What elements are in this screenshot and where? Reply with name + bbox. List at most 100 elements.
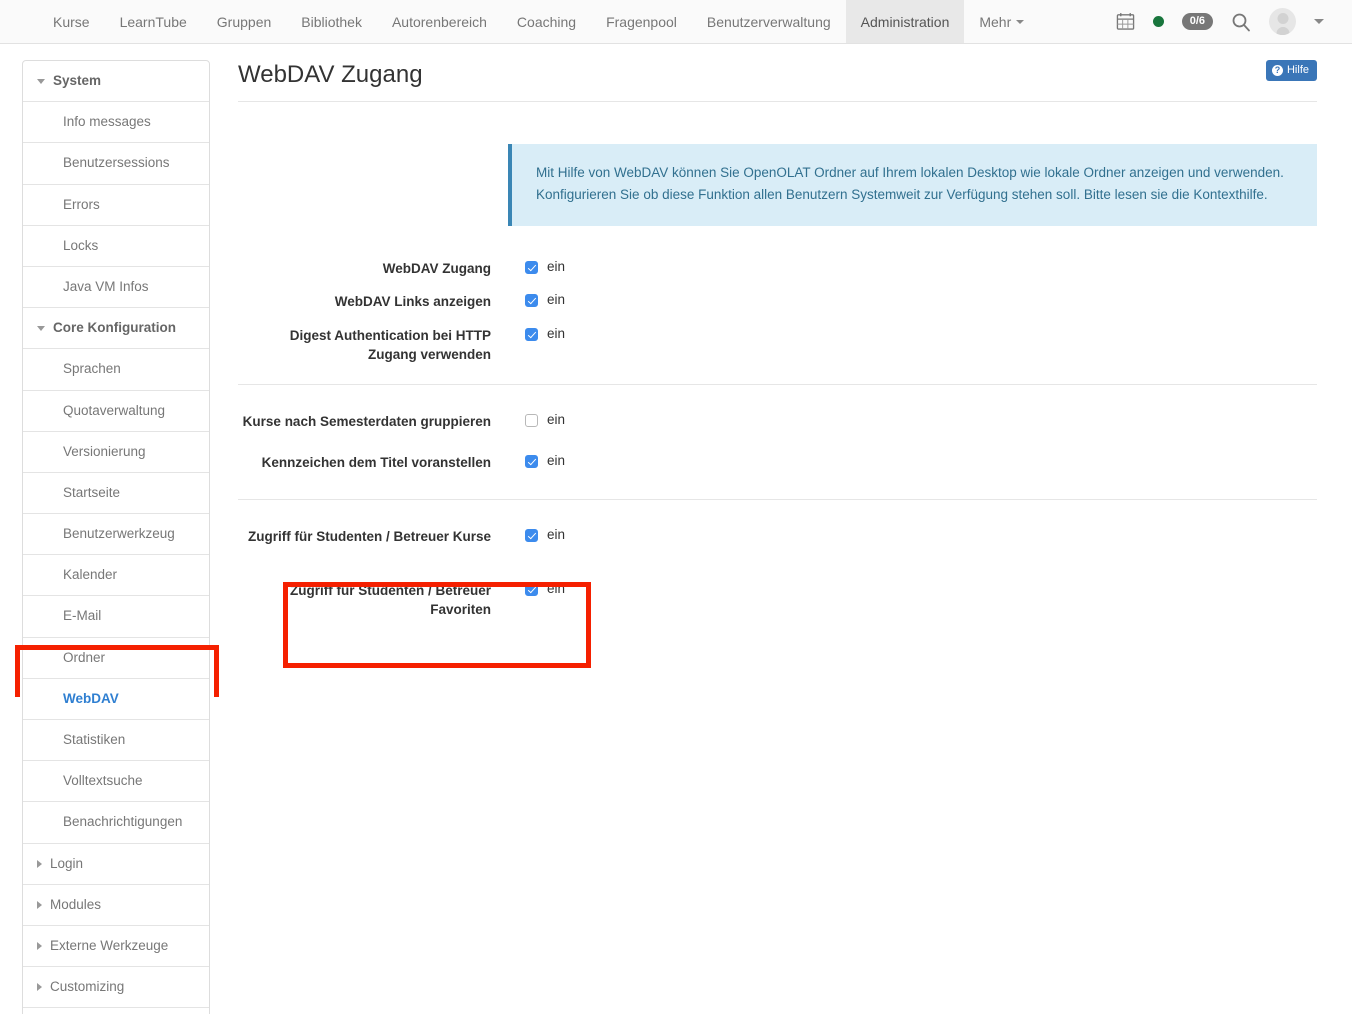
form-row-webdav-links-anzeigen: WebDAV Links anzeigen ein bbox=[238, 285, 1317, 319]
sidebar-group-label: Modules bbox=[50, 896, 102, 912]
user-avatar[interactable] bbox=[1269, 8, 1296, 35]
sidebar-group-modules[interactable]: Modules bbox=[23, 885, 209, 926]
sidebar-group-label: System bbox=[53, 73, 102, 88]
sidebar-item-info-messages[interactable]: Info messages bbox=[23, 102, 209, 144]
sidebar-group-core-konfiguration[interactable]: Core Konfiguration bbox=[23, 308, 209, 350]
sidebar-item-startseite[interactable]: Startseite bbox=[23, 473, 209, 515]
form-label: Kurse nach Semesterdaten gruppieren bbox=[242, 414, 491, 430]
sidebar-item-sprachen[interactable]: Sprachen bbox=[23, 349, 209, 391]
sidebar-item-label: Startseite bbox=[63, 484, 121, 500]
form-label: Kennzeichen dem Titel voranstellen bbox=[261, 454, 491, 470]
form-label: WebDAV Links anzeigen bbox=[334, 294, 491, 310]
nav-item-autorenbereich[interactable]: Autorenbereich bbox=[377, 0, 502, 43]
triangle-right-icon bbox=[37, 983, 42, 992]
sidebar-item-volltextsuche[interactable]: Volltextsuche bbox=[23, 761, 209, 803]
sidebar-item-webdav[interactable]: WebDAV bbox=[23, 679, 209, 720]
info-message-box: Mit Hilfe von WebDAV können Sie OpenOLAT… bbox=[508, 144, 1317, 226]
main-content: WebDAV Zugang ? Hilfe Mit Hilfe von WebD… bbox=[210, 60, 1352, 1014]
checkbox-label: ein bbox=[547, 325, 566, 341]
form-label: WebDAV Zugang bbox=[382, 260, 491, 276]
help-button-label: Hilfe bbox=[1286, 64, 1309, 76]
nav-item-mehr[interactable]: Mehr bbox=[964, 0, 1039, 43]
nav-label: Administration bbox=[860, 13, 950, 30]
nav-item-fragenpool[interactable]: Fragenpool bbox=[591, 0, 692, 43]
sidebar-item-label: Benachrichtigungen bbox=[63, 814, 183, 830]
nav-label: Coaching bbox=[516, 13, 577, 30]
form-row-webdav-zugang: WebDAV Zugang ein bbox=[238, 252, 1317, 286]
sidebar-item-locks[interactable]: Locks bbox=[23, 226, 209, 267]
checkbox-zugriff-studenten-betreuer-favoriten[interactable] bbox=[525, 583, 538, 597]
sidebar-item-errors[interactable]: Errors bbox=[23, 185, 209, 226]
nav-item-learntube[interactable]: LearnTube bbox=[105, 0, 202, 43]
checkbox-label: ein bbox=[547, 412, 566, 428]
nav-label: Kurse bbox=[53, 13, 90, 30]
calendar-icon[interactable] bbox=[1116, 12, 1135, 31]
divider bbox=[238, 384, 1317, 386]
triangle-right-icon bbox=[37, 859, 42, 868]
sidebar-group-login[interactable]: Login bbox=[23, 844, 209, 885]
nav-item-gruppen[interactable]: Gruppen bbox=[202, 0, 286, 43]
checkbox-zugriff-studenten-betreuer-kurse[interactable] bbox=[525, 529, 538, 543]
help-button[interactable]: ? Hilfe bbox=[1265, 60, 1317, 81]
online-status-dot[interactable] bbox=[1152, 16, 1164, 27]
divider bbox=[238, 499, 1317, 501]
sidebar-item-benachrichtigungen[interactable]: Benachrichtigungen bbox=[23, 802, 209, 844]
sidebar-item-ordner[interactable]: Ordner bbox=[23, 638, 209, 679]
sidebar-item-e-mail[interactable]: E-Mail bbox=[23, 596, 209, 638]
user-menu-chevron-down-icon[interactable] bbox=[1314, 19, 1324, 24]
sidebar-group-development[interactable]: Development bbox=[23, 1008, 209, 1014]
triangle-right-icon bbox=[37, 900, 42, 909]
nav-item-coaching[interactable]: Coaching bbox=[502, 0, 591, 43]
checkbox-webdav-zugang[interactable] bbox=[525, 260, 538, 274]
page-title: WebDAV Zugang bbox=[238, 61, 423, 88]
sidebar-item-label: Quotaverwaltung bbox=[63, 402, 166, 418]
form-row-kennzeichen-dem-titel-voranstellen: Kennzeichen dem Titel voranstellen ein bbox=[238, 446, 1317, 480]
sidebar-group-externe-werkzeuge[interactable]: Externe Werkzeuge bbox=[23, 926, 209, 968]
checkbox-label: ein bbox=[547, 292, 566, 308]
content-header: WebDAV Zugang ? Hilfe bbox=[238, 60, 1317, 102]
question-mark-icon: ? bbox=[1271, 64, 1283, 76]
checkbox-digest-authentication[interactable] bbox=[525, 327, 538, 341]
form-row-kurse-nach-semesterdaten-gruppieren: Kurse nach Semesterdaten gruppieren ein bbox=[238, 398, 1317, 446]
sidebar-item-label: Versionierung bbox=[63, 443, 146, 459]
checkbox-label: ein bbox=[547, 527, 566, 543]
chevron-down-icon bbox=[1016, 19, 1025, 24]
sidebar-item-label: Kalender bbox=[63, 567, 118, 583]
page-body: System Info messages Benutzersessions Er… bbox=[0, 44, 1352, 1014]
sidebar-item-label: Ordner bbox=[63, 649, 106, 665]
nav-item-bibliothek[interactable]: Bibliothek bbox=[286, 0, 377, 43]
sidebar-item-label: Info messages bbox=[63, 114, 151, 130]
sidebar-item-label: Benutzersessions bbox=[63, 155, 170, 171]
checkbox-kurse-nach-semesterdaten-gruppieren[interactable] bbox=[525, 414, 538, 428]
form-label: Digest Authentication bei HTTP Zugang ve… bbox=[289, 327, 491, 362]
nav-label: Bibliothek bbox=[301, 13, 362, 30]
search-icon[interactable] bbox=[1231, 12, 1251, 32]
notifications-badge[interactable]: 0/6 bbox=[1181, 13, 1213, 30]
sidebar-item-label: WebDAV bbox=[63, 690, 119, 706]
sidebar-group-customizing[interactable]: Customizing bbox=[23, 967, 209, 1009]
checkbox-kennzeichen-dem-titel-voranstellen[interactable] bbox=[525, 454, 538, 468]
nav-item-administration[interactable]: Administration bbox=[845, 0, 965, 43]
sidebar-item-java-vm-infos[interactable]: Java VM Infos bbox=[23, 267, 209, 309]
triangle-down-icon bbox=[37, 78, 45, 84]
sidebar-group-label: Login bbox=[50, 855, 84, 871]
form-label: Zugriff für Studenten / Betreuer Kurse bbox=[247, 529, 491, 545]
sidebar-group-system[interactable]: System bbox=[23, 61, 209, 103]
webdav-settings-form: WebDAV Zugang ein WebDAV Links anzeigen … bbox=[238, 252, 1317, 668]
nav-item-benutzerverwaltung[interactable]: Benutzerverwaltung bbox=[692, 0, 846, 43]
sidebar-item-quotaverwaltung[interactable]: Quotaverwaltung bbox=[23, 391, 209, 432]
admin-sidebar: System Info messages Benutzersessions Er… bbox=[15, 60, 219, 1014]
sidebar-item-statistiken[interactable]: Statistiken bbox=[23, 720, 209, 762]
checkbox-webdav-links-anzeigen[interactable] bbox=[525, 294, 538, 308]
sidebar-item-label: Java VM Infos bbox=[63, 278, 149, 294]
main-navigation: Kurse LearnTube Gruppen Bibliothek Autor… bbox=[38, 0, 1039, 43]
sidebar-item-kalender[interactable]: Kalender bbox=[23, 555, 209, 597]
sidebar-item-benutzersessions[interactable]: Benutzersessions bbox=[23, 143, 209, 185]
sidebar-item-versionierung[interactable]: Versionierung bbox=[23, 432, 209, 473]
triangle-right-icon bbox=[37, 942, 42, 951]
nav-item-kurse[interactable]: Kurse bbox=[38, 0, 105, 43]
sidebar-item-benutzerwerkzeug[interactable]: Benutzerwerkzeug bbox=[23, 514, 209, 556]
nav-label: Autorenbereich bbox=[391, 13, 487, 30]
nav-label: LearnTube bbox=[119, 13, 187, 30]
checkbox-label: ein bbox=[547, 258, 566, 274]
